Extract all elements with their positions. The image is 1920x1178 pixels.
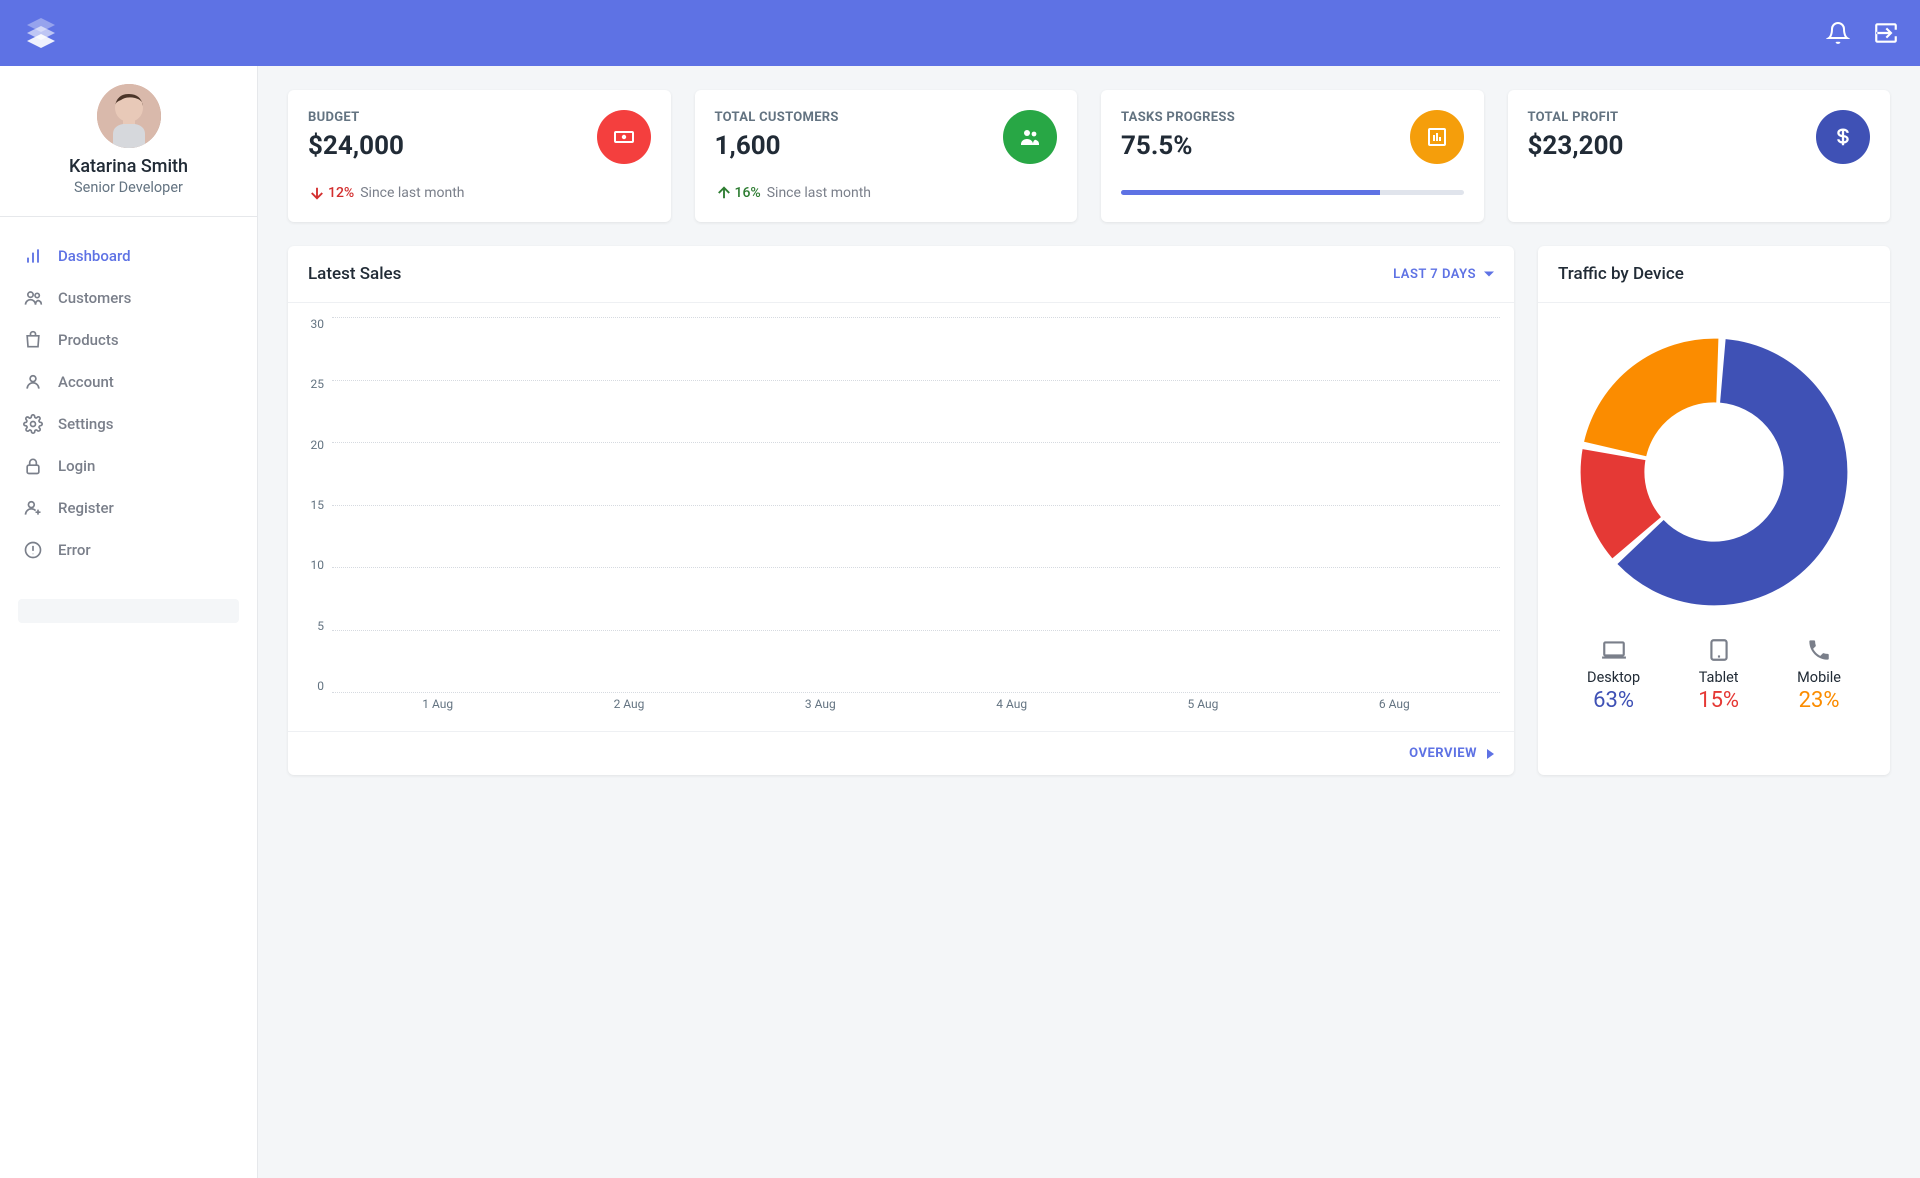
bar-chart-icon xyxy=(22,245,44,267)
sidebar: Katarina Smith Senior Developer Dashboar… xyxy=(0,66,258,1178)
device-mobile: Mobile 23% xyxy=(1797,637,1841,713)
progress-fill xyxy=(1121,190,1380,195)
shopping-bag-icon xyxy=(22,329,44,351)
person-add-icon xyxy=(22,497,44,519)
nav-label: Register xyxy=(58,499,114,517)
main-content: BUDGET $24,000 12% Since last month xyxy=(258,66,1920,1178)
device-icon xyxy=(1698,637,1739,663)
nav-label: Account xyxy=(58,373,114,391)
x-tick: 6 Aug xyxy=(1374,697,1414,721)
profile-role: Senior Developer xyxy=(0,179,257,196)
traffic-panel: Traffic by Device Desktop 63% Tablet 15% Mob… xyxy=(1538,246,1890,775)
x-axis: 1 Aug 2 Aug 3 Aug 4 Aug 5 Aug 6 Aug xyxy=(332,697,1500,721)
people-icon xyxy=(22,287,44,309)
device-icon xyxy=(1797,637,1841,663)
nav-list: Dashboard Customers Products Account Setting… xyxy=(0,217,257,589)
alert-icon xyxy=(22,539,44,561)
logout-icon[interactable] xyxy=(1872,19,1900,47)
notifications-icon[interactable] xyxy=(1824,19,1852,47)
profile-section: Katarina Smith Senior Developer xyxy=(0,66,257,217)
stat-value: 1,600 xyxy=(715,131,839,161)
panel-title: Traffic by Device xyxy=(1558,264,1684,284)
x-tick: 2 Aug xyxy=(609,697,649,721)
device-label: Desktop xyxy=(1587,669,1640,686)
x-tick: 5 Aug xyxy=(1183,697,1223,721)
nav-label: Customers xyxy=(58,289,131,307)
bars-container xyxy=(332,317,1500,693)
stat-label: TASKS PROGRESS xyxy=(1121,110,1235,125)
device-pct: 15% xyxy=(1698,688,1739,713)
progress-bar xyxy=(1121,190,1464,195)
sidebar-item-products[interactable]: Products xyxy=(0,319,257,361)
x-tick: 4 Aug xyxy=(992,697,1032,721)
nav-label: Products xyxy=(58,331,119,349)
latest-sales-panel: Latest Sales LAST 7 DAYS 302520151050 1 … xyxy=(288,246,1514,775)
nav-label: Login xyxy=(58,457,95,475)
sidebar-item-customers[interactable]: Customers xyxy=(0,277,257,319)
overview-label: OVERVIEW xyxy=(1409,746,1477,761)
chart-icon xyxy=(1410,110,1464,164)
sidebar-item-account[interactable]: Account xyxy=(0,361,257,403)
traffic-donut-chart xyxy=(1558,327,1870,617)
delta-down: 12% xyxy=(308,184,354,202)
delta-up: 16% xyxy=(715,184,761,202)
since-text: Since last month xyxy=(767,185,871,201)
gear-icon xyxy=(22,413,44,435)
logo[interactable] xyxy=(20,12,62,54)
delta-value: 16% xyxy=(735,185,761,201)
dollar-icon xyxy=(1816,110,1870,164)
topbar xyxy=(0,0,1920,66)
device-icon xyxy=(1587,637,1640,663)
since-text: Since last month xyxy=(360,185,464,201)
stat-value: $23,200 xyxy=(1528,131,1624,161)
stat-label: BUDGET xyxy=(308,110,404,125)
device-pct: 63% xyxy=(1587,688,1640,713)
x-tick: 3 Aug xyxy=(800,697,840,721)
stat-label: TOTAL CUSTOMERS xyxy=(715,110,839,125)
device-desktop: Desktop 63% xyxy=(1587,637,1640,713)
device-tablet: Tablet 15% xyxy=(1698,637,1739,713)
money-icon xyxy=(597,110,651,164)
overview-button[interactable]: OVERVIEW xyxy=(1409,746,1494,761)
upgrade-placeholder xyxy=(18,599,239,623)
people-icon xyxy=(1003,110,1057,164)
y-axis: 302520151050 xyxy=(302,317,332,721)
stat-card-tasks: TASKS PROGRESS 75.5% xyxy=(1101,90,1484,222)
device-label: Mobile xyxy=(1797,669,1841,686)
stat-card-customers: TOTAL CUSTOMERS 1,600 16% Since last mon… xyxy=(695,90,1078,222)
range-dropdown[interactable]: LAST 7 DAYS xyxy=(1393,267,1494,282)
delta-value: 12% xyxy=(328,185,354,201)
stat-card-profit: TOTAL PROFIT $23,200 xyxy=(1508,90,1891,222)
device-legend: Desktop 63% Tablet 15% Mobile 23% xyxy=(1558,637,1870,713)
sales-bar-chart: 302520151050 1 Aug 2 Aug 3 Aug 4 Aug 5 Aug 6 … xyxy=(302,317,1500,721)
stat-label: TOTAL PROFIT xyxy=(1528,110,1624,125)
stat-value: 75.5% xyxy=(1121,131,1235,161)
sidebar-item-error[interactable]: Error xyxy=(0,529,257,571)
avatar[interactable] xyxy=(97,84,161,148)
panel-title: Latest Sales xyxy=(308,264,401,284)
chevron-right-icon xyxy=(1487,749,1494,759)
stat-value: $24,000 xyxy=(308,131,404,161)
stat-card-budget: BUDGET $24,000 12% Since last month xyxy=(288,90,671,222)
nav-label: Dashboard xyxy=(58,247,131,265)
range-label: LAST 7 DAYS xyxy=(1393,267,1476,282)
chevron-down-icon xyxy=(1484,269,1494,279)
sidebar-item-dashboard[interactable]: Dashboard xyxy=(0,235,257,277)
device-pct: 23% xyxy=(1797,688,1841,713)
sidebar-item-login[interactable]: Login xyxy=(0,445,257,487)
nav-label: Settings xyxy=(58,415,114,433)
person-icon xyxy=(22,371,44,393)
profile-name: Katarina Smith xyxy=(0,156,257,177)
x-tick: 1 Aug xyxy=(418,697,458,721)
sidebar-item-settings[interactable]: Settings xyxy=(0,403,257,445)
lock-icon xyxy=(22,455,44,477)
sidebar-item-register[interactable]: Register xyxy=(0,487,257,529)
nav-label: Error xyxy=(58,541,91,559)
device-label: Tablet xyxy=(1698,669,1739,686)
